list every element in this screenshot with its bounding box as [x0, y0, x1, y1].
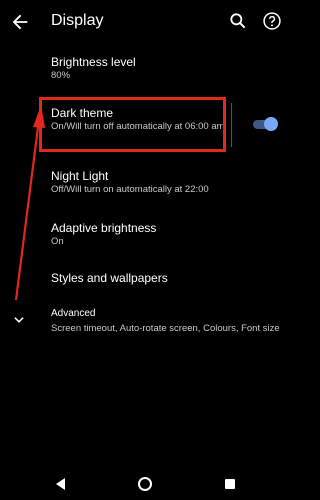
circle-home-icon[interactable]: [137, 476, 153, 492]
system-navigation-bar: [0, 467, 289, 500]
setting-title: Styles and wallpapers: [51, 271, 168, 285]
setting-styles-and-wallpapers[interactable]: Styles and wallpapers: [0, 268, 289, 292]
app-bar: Display: [0, 0, 289, 44]
setting-brightness-level[interactable]: Brightness level 80%: [0, 52, 289, 88]
setting-adaptive-brightness[interactable]: Adaptive brightness On: [0, 218, 289, 254]
triangle-back-icon[interactable]: [53, 476, 69, 492]
setting-summary: Screen timeout, Auto-rotate screen, Colo…: [51, 323, 280, 334]
divider: [231, 103, 232, 147]
dark-theme-toggle[interactable]: [251, 115, 279, 133]
toggle-thumb: [264, 117, 278, 131]
setting-title: Brightness level: [51, 55, 136, 69]
setting-title: Night Light: [51, 169, 109, 183]
page-title: Display: [51, 12, 104, 29]
setting-title: Adaptive brightness: [51, 221, 157, 235]
setting-title: Advanced: [51, 308, 96, 319]
setting-summary: On: [51, 236, 64, 247]
square-recents-icon[interactable]: [222, 476, 238, 492]
setting-summary: 80%: [51, 70, 71, 81]
setting-summary: Off/Will turn on automatically at 22:00: [51, 184, 209, 195]
annotation-highlight-box: [39, 97, 226, 152]
setting-night-light[interactable]: Night Light Off/Will turn on automatical…: [0, 166, 289, 202]
help-icon[interactable]: [262, 11, 282, 31]
setting-advanced[interactable]: Advanced Screen timeout, Auto-rotate scr…: [0, 305, 289, 341]
search-icon[interactable]: [228, 11, 248, 31]
arrow-back-icon[interactable]: [9, 11, 31, 33]
